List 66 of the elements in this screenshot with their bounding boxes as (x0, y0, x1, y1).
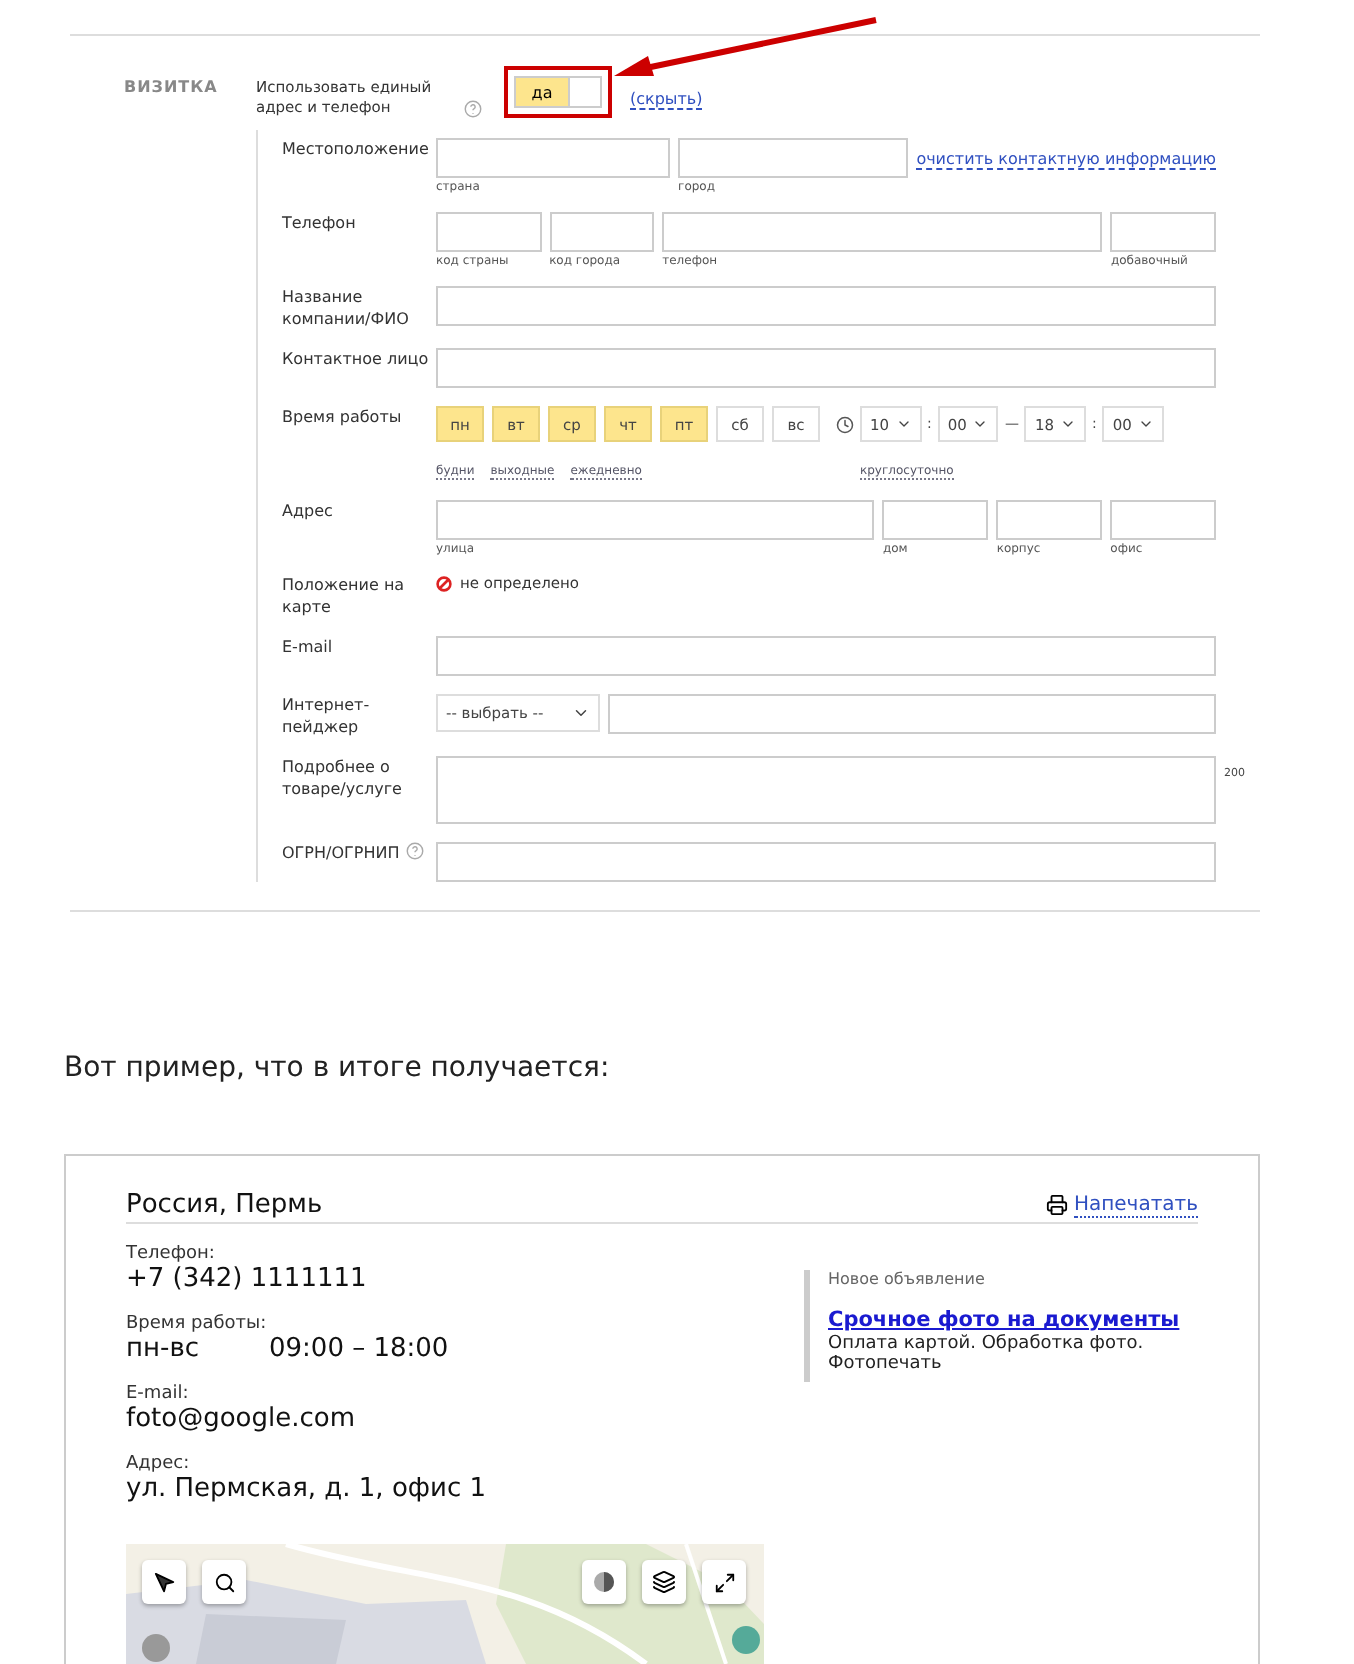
locate-button[interactable] (142, 1560, 186, 1604)
input-field[interactable] (882, 500, 989, 540)
input-field[interactable] (678, 138, 909, 178)
input-field[interactable] (436, 636, 1216, 676)
input-field[interactable] (1110, 212, 1217, 252)
input-field[interactable] (662, 212, 1103, 252)
field-label: Телефон (282, 212, 356, 234)
field-label: Положение на карте (282, 574, 407, 618)
input-field[interactable] (436, 842, 1216, 882)
input-field[interactable] (436, 286, 1216, 326)
field-label: Интернет-пейджер (282, 694, 372, 738)
search-icon (213, 1571, 235, 1593)
layers-icon (652, 1570, 676, 1594)
hours-time: 09:00 – 18:00 (269, 1334, 449, 1364)
caption: Вот пример, что в итоге получается: (64, 1052, 612, 1084)
section-title: ВИЗИТКА (122, 78, 220, 100)
card-title: Россия, Пермь (126, 1190, 323, 1220)
field-label: Адрес (282, 500, 333, 522)
help-icon[interactable] (405, 842, 424, 860)
input-field[interactable] (608, 694, 1216, 734)
help-icon[interactable] (464, 100, 482, 118)
chevron-icon (895, 416, 912, 432)
field-label: ОГРН/ОГРНИП (282, 842, 400, 864)
field-label: Контактное лицо (282, 348, 429, 370)
email-value: foto@google.com (126, 1404, 357, 1434)
traffic-button[interactable] (582, 1560, 626, 1604)
input-field[interactable] (1110, 500, 1217, 540)
print-link[interactable]: Напечатать (1073, 1193, 1198, 1217)
fullscreen-button[interactable] (702, 1560, 746, 1604)
field-label: E-mail (282, 636, 333, 658)
ad-text: Оплата картой. Обработка фото. Фотопечать (828, 1334, 1146, 1374)
input-field[interactable] (436, 138, 671, 178)
clear-contact-link[interactable]: очистить контактную информацию (916, 150, 1216, 170)
phone-value: +7 (342) 1111111 (126, 1264, 369, 1294)
hours-days: пн-вс (126, 1334, 199, 1364)
layers-button[interactable] (642, 1560, 686, 1604)
ad-title-link[interactable]: Срочное фото на документы (828, 1308, 1180, 1332)
chevron-icon (1137, 416, 1154, 432)
input-field[interactable] (436, 500, 875, 540)
input-field[interactable] (436, 212, 542, 252)
clock-icon (836, 415, 854, 433)
phone-label: Телефон: (126, 1244, 217, 1264)
half-circle-icon (592, 1570, 616, 1594)
hide-link[interactable]: (скрыть) (630, 90, 703, 110)
forbidden-icon (436, 575, 452, 591)
hours-label: Время работы: (126, 1314, 269, 1334)
input-field[interactable] (436, 348, 1216, 388)
chevron-icon (572, 704, 590, 722)
expand-icon (713, 1571, 735, 1593)
email-label: E-mail: (126, 1384, 191, 1404)
address-value: ул. Пермская, д. 1, офис 1 (126, 1474, 489, 1504)
cursor-arrow-icon (153, 1571, 175, 1593)
input-field[interactable] (996, 500, 1103, 540)
field-label: Время работы (282, 406, 402, 428)
search-button[interactable] (202, 1560, 246, 1604)
field-label: Местоположение (282, 138, 429, 160)
field-label: Название компании/ФИО (282, 286, 411, 330)
address-label: Адрес: (126, 1454, 192, 1474)
ad-caption: Новое объявление (828, 1270, 987, 1288)
input-field[interactable] (549, 212, 655, 252)
yes-toggle[interactable]: да (514, 76, 602, 108)
chevron-icon (1060, 416, 1076, 432)
chevron-icon (972, 416, 989, 432)
field-label: Подробнее о товаре/услуге (282, 756, 404, 800)
print-icon (1045, 1194, 1068, 1216)
input-field[interactable] (436, 756, 1216, 824)
